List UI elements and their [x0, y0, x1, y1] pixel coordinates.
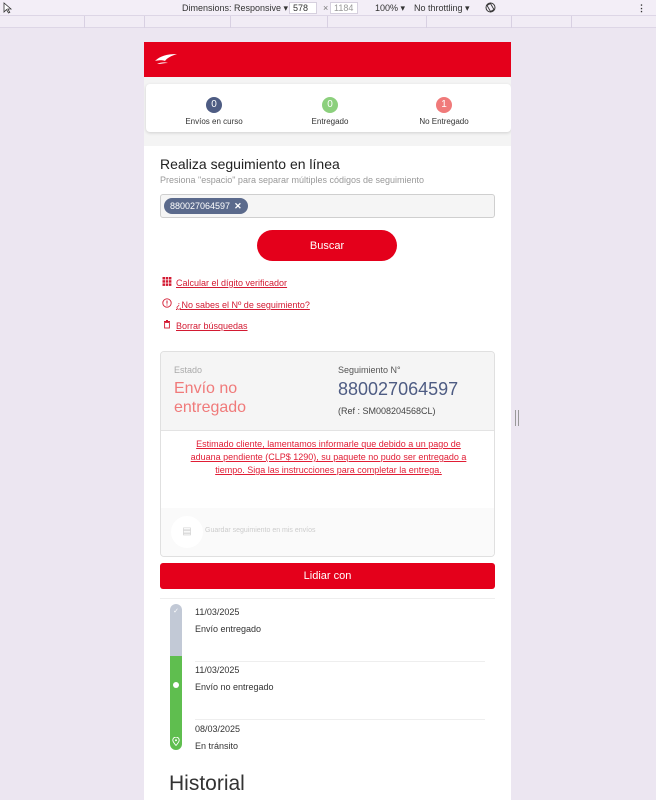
stat-label: No Entregado — [419, 117, 469, 126]
tracking-result: Estado Envío no entregado Seguimiento N°… — [160, 351, 495, 557]
status-label: Estado — [174, 365, 203, 375]
stat-in-progress[interactable]: 0 Envíos en curso — [154, 94, 274, 126]
tracking-input[interactable]: 880027064597 ✕ — [160, 194, 495, 218]
save-icon: ▤ — [171, 516, 203, 548]
rotate-icon[interactable] — [484, 1, 497, 14]
event-separator — [195, 719, 485, 720]
count-badge: 0 — [206, 97, 222, 113]
zoom-dropdown[interactable]: 100% ▾ — [375, 3, 405, 14]
timeline-segment-active — [170, 656, 182, 750]
device-viewport: 0 Envíos en curso 0 Entregado 1 No Entre… — [144, 42, 511, 800]
grid-icon — [162, 277, 172, 286]
stat-label: Envíos en curso — [185, 117, 243, 126]
resize-handle[interactable] — [515, 410, 519, 426]
event-status: Envío entregado — [195, 624, 262, 634]
throttle-label: No throttling — [414, 3, 463, 13]
count-badge: 0 — [322, 97, 338, 113]
location-pin-icon — [172, 737, 180, 746]
count-badge: 1 — [436, 97, 452, 113]
devtools-toolbar: Dimensions: Responsive ▾ 578 × 1184 100%… — [0, 0, 656, 16]
search-button[interactable]: Buscar — [257, 230, 397, 261]
inspect-cursor-icon[interactable] — [3, 2, 13, 14]
tracking-number-value: 880027064597 — [338, 379, 459, 399]
timeline-event: 11/03/2025 Envío entregado — [195, 604, 485, 662]
tracking-number-label: Seguimiento N° — [338, 365, 401, 375]
timeline-dot — [173, 682, 179, 688]
info-circle-icon — [162, 298, 172, 308]
tracking-chip: 880027064597 ✕ — [164, 198, 248, 214]
tracking-card: Realiza seguimiento en línea Presiona "e… — [144, 146, 511, 800]
lidiar-button[interactable]: Lidiar con — [160, 563, 495, 589]
check-icon: ✓ — [173, 608, 179, 615]
event-status: En tránsito — [195, 741, 239, 751]
link-label: Borrar búsquedas — [176, 321, 248, 331]
result-summary: Estado Envío no entregado Seguimiento N°… — [161, 352, 494, 431]
unknown-number-link[interactable]: ¿No sabes el Nº de seguimiento? — [162, 298, 310, 310]
event-date: 11/03/2025 — [195, 607, 240, 617]
trash-icon — [164, 320, 170, 329]
media-query-ruler — [0, 16, 656, 28]
event-status: Envío no entregado — [195, 682, 274, 692]
times-icon: × — [323, 3, 329, 13]
timeline-event: 11/03/2025 Envío no entregado — [195, 662, 485, 720]
event-date: 11/03/2025 — [195, 665, 240, 675]
height-input[interactable]: 1184 — [330, 2, 358, 14]
stat-not-delivered[interactable]: 1 No Entregado — [384, 94, 504, 126]
search-hint: Presiona "espacio" para separar múltiple… — [160, 175, 425, 185]
link-label: ¿No sabes el Nº de seguimiento? — [176, 300, 310, 310]
reference-value: (Ref : SM008204568CL) — [338, 406, 436, 416]
remove-chip-icon[interactable]: ✕ — [234, 201, 242, 211]
logo-icon[interactable] — [154, 52, 178, 66]
save-label: Guardar seguimiento en mis envíos — [205, 527, 316, 534]
zoom-label: 100% — [375, 3, 399, 13]
width-input[interactable]: 578 — [289, 2, 317, 14]
more-options-icon[interactable]: ⋮ — [637, 3, 646, 14]
link-label: Calcular el dígito verificador — [176, 278, 288, 288]
historial-heading: Historial — [169, 772, 245, 795]
customs-message[interactable]: Estimado cliente, lamentamos informarle … — [185, 438, 472, 477]
stat-delivered[interactable]: 0 Entregado — [270, 94, 390, 126]
dimensions-dropdown[interactable]: Dimensions: Responsive ▾ — [182, 3, 288, 14]
page-title: Realiza seguimiento en línea — [160, 156, 340, 172]
chip-label: 880027064597 — [170, 201, 231, 211]
stat-label: Entregado — [311, 117, 349, 126]
calc-digit-link[interactable]: Calcular el dígito verificador — [162, 277, 287, 288]
dimensions-label: Dimensions: Responsive — [182, 3, 282, 13]
timeline-event: 08/03/2025 En tránsito — [195, 721, 485, 779]
event-date: 08/03/2025 — [195, 724, 241, 734]
divider — [160, 598, 495, 599]
save-tracking-row[interactable]: ▤ Guardar seguimiento en mis envíos — [161, 508, 494, 556]
status-value: Envío no entregado — [174, 380, 247, 416]
clear-searches-link[interactable]: Borrar búsquedas — [162, 319, 248, 331]
timeline-bar: ✓ — [170, 604, 182, 750]
shipment-stats: 0 Envíos en curso 0 Entregado 1 No Entre… — [146, 84, 511, 132]
throttle-dropdown[interactable]: No throttling ▾ — [414, 3, 470, 14]
app-header — [144, 42, 511, 77]
